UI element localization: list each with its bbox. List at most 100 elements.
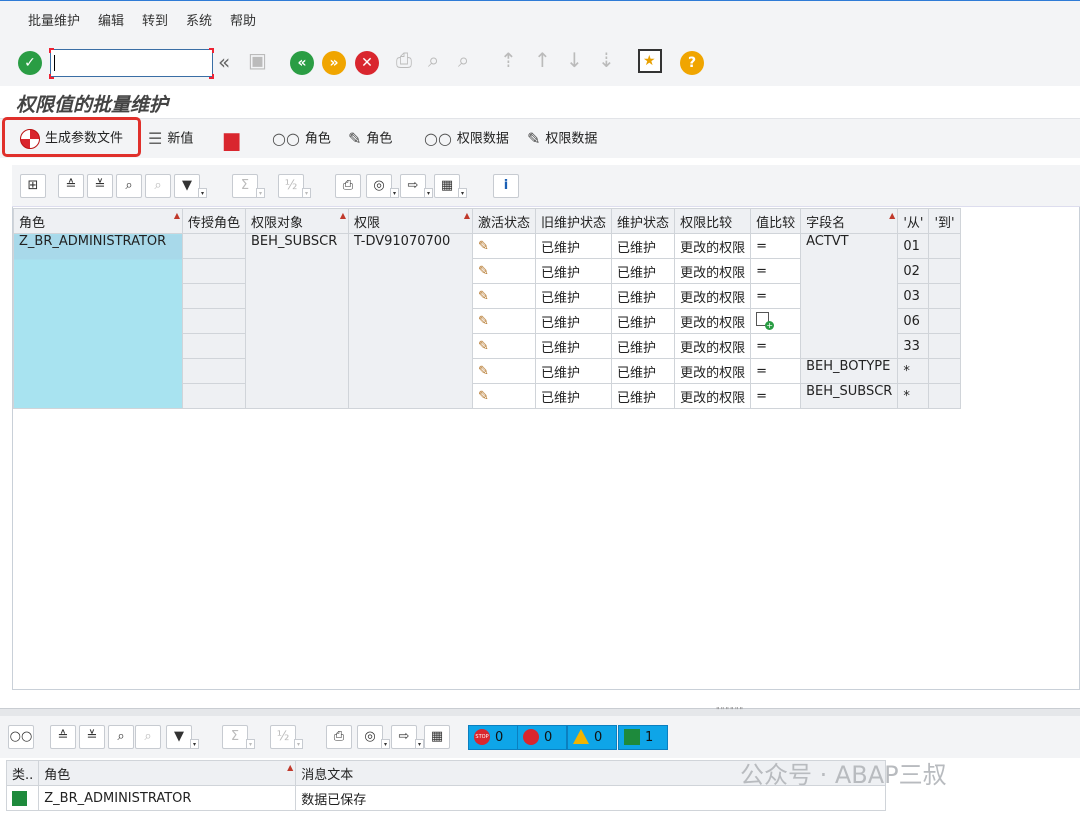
find-icon[interactable]: ⌕ bbox=[116, 174, 142, 198]
enter-icon[interactable]: ✓ bbox=[18, 51, 42, 75]
sum-icon[interactable]: Σ ▾ bbox=[232, 174, 265, 198]
column-header[interactable]: 角色 ▲ bbox=[13, 208, 183, 234]
role-cell[interactable]: Z_BR_ADMINISTRATOR bbox=[13, 233, 183, 409]
column-header[interactable]: 字段名 ▲ bbox=[800, 208, 899, 234]
activation-status-cell[interactable]: ✎ bbox=[472, 258, 537, 284]
column-header[interactable]: 旧维护状态 bbox=[535, 208, 613, 234]
authorization-cell[interactable]: T-DV91070700 bbox=[348, 233, 474, 409]
sort-descending-icon[interactable]: ≚ bbox=[87, 174, 113, 198]
column-header[interactable]: 权限对象 ▲ bbox=[245, 208, 350, 234]
last-page-icon[interactable]: ⇣ bbox=[598, 48, 615, 72]
column-header[interactable]: 激活状态 bbox=[472, 208, 537, 234]
success-icon bbox=[624, 729, 640, 745]
transport-button[interactable]: ▆ bbox=[224, 127, 244, 151]
display-role-button[interactable]: ○○ 角色 bbox=[272, 127, 331, 151]
activation-status-cell[interactable]: ✎ bbox=[472, 283, 537, 309]
print-icon[interactable]: ⎙ bbox=[326, 725, 352, 749]
subtotal-icon[interactable]: ½ ▾ bbox=[278, 174, 311, 198]
generate-param-file-button[interactable]: 生成参数文件 bbox=[20, 127, 123, 151]
sort-ascending-icon[interactable]: ≙ bbox=[50, 725, 76, 749]
details-icon[interactable]: ⊞ bbox=[20, 174, 46, 198]
new-value-button[interactable]: ☰ 新值 bbox=[148, 127, 193, 151]
column-header[interactable]: 权限 ▲ bbox=[348, 208, 474, 234]
from-value-cell[interactable]: 06 bbox=[897, 308, 930, 334]
views-icon[interactable]: ◎ ▾ bbox=[357, 725, 390, 749]
to-value-cell[interactable] bbox=[928, 308, 961, 334]
column-header[interactable]: 维护状态 bbox=[611, 208, 676, 234]
to-value-cell[interactable] bbox=[928, 283, 961, 309]
exit-icon[interactable]: » bbox=[322, 51, 346, 75]
column-header[interactable]: '从' bbox=[897, 208, 930, 234]
add-row-icon: + bbox=[756, 312, 775, 330]
layout-icon[interactable]: ▦ ▾ bbox=[434, 174, 467, 198]
menu-item-system[interactable]: 系统 bbox=[186, 10, 212, 29]
menu-item-help[interactable]: 帮助 bbox=[230, 10, 256, 29]
export-icon[interactable]: ⇨ ▾ bbox=[400, 174, 433, 198]
find-next-icon[interactable]: ⌕ bbox=[458, 48, 469, 72]
from-value-cell[interactable]: 02 bbox=[897, 258, 930, 284]
column-header[interactable]: 角色 ▲ bbox=[38, 760, 297, 786]
menu-item-mass-maintenance[interactable]: 批量维护 bbox=[28, 10, 80, 29]
views-icon[interactable]: ◎ ▾ bbox=[366, 174, 399, 198]
from-value-cell[interactable]: 01 bbox=[897, 233, 930, 259]
display-auth-data-button[interactable]: ○○ 权限数据 bbox=[424, 127, 509, 151]
activation-status-cell[interactable]: ✎ bbox=[472, 308, 537, 334]
subtotal-icon[interactable]: ½ ▾ bbox=[270, 725, 303, 749]
menu-item-goto[interactable]: 转到 bbox=[142, 10, 168, 29]
column-header[interactable]: 传授角色 bbox=[181, 208, 247, 234]
filter-icon[interactable]: ▼ ▾ bbox=[174, 174, 207, 198]
activation-status-cell[interactable]: ✎ bbox=[472, 333, 537, 359]
auth-object-cell[interactable]: BEH_SUBSCR bbox=[245, 233, 350, 409]
find-icon[interactable]: ⌕ bbox=[108, 725, 134, 749]
print-icon[interactable]: ⎙ bbox=[335, 174, 361, 198]
help-icon[interactable]: ? bbox=[680, 51, 704, 75]
system-toolbar: ✓ « ▣ « » ✕ ⎙ ⌕ ⌕ ⇡ ↑ ↓ ⇣ ★ ? bbox=[0, 36, 1080, 86]
from-value-cell[interactable]: 03 bbox=[897, 283, 930, 309]
from-value-cell[interactable]: * bbox=[897, 383, 930, 409]
next-page-icon[interactable]: ↓ bbox=[566, 48, 583, 72]
activation-status-cell[interactable]: ✎ bbox=[472, 358, 537, 384]
shortcut-icon[interactable]: ★ bbox=[638, 49, 662, 73]
cancel-icon[interactable]: ✕ bbox=[355, 51, 379, 75]
find-next-icon[interactable]: ⌕ bbox=[145, 174, 171, 198]
column-header[interactable]: 类.. bbox=[5, 760, 40, 786]
to-value-cell[interactable] bbox=[928, 333, 961, 359]
export-icon[interactable]: ⇨ ▾ bbox=[391, 725, 424, 749]
column-header[interactable]: 权限比较 bbox=[674, 208, 752, 234]
glasses-icon[interactable]: ○○ bbox=[8, 725, 34, 749]
info-icon[interactable]: i bbox=[493, 174, 519, 198]
to-value-cell[interactable] bbox=[928, 233, 961, 259]
first-page-icon[interactable]: ⇡ bbox=[500, 48, 517, 72]
activation-status-cell[interactable]: ✎ bbox=[472, 383, 537, 409]
change-role-button[interactable]: ✎ 角色 bbox=[348, 127, 392, 151]
to-value-cell[interactable] bbox=[928, 258, 961, 284]
splitter[interactable]: """""" bbox=[0, 706, 1080, 716]
save-icon[interactable]: ▣ bbox=[248, 48, 267, 72]
filter-icon[interactable]: ▼ ▾ bbox=[166, 725, 199, 749]
to-value-cell[interactable] bbox=[928, 383, 961, 409]
warning-counter[interactable]: 0 bbox=[567, 725, 617, 750]
from-value-cell[interactable]: * bbox=[897, 358, 930, 384]
command-field[interactable] bbox=[50, 49, 213, 77]
sort-ascending-icon[interactable]: ≙ bbox=[58, 174, 84, 198]
activation-status-cell[interactable]: ✎ bbox=[472, 233, 537, 259]
to-value-cell[interactable] bbox=[928, 358, 961, 384]
table-icon[interactable]: ▦ bbox=[424, 725, 450, 749]
stop-counter[interactable]: STOP 0 bbox=[468, 725, 518, 750]
column-header[interactable]: 值比较 bbox=[750, 208, 802, 234]
find-icon[interactable]: ⌕ bbox=[428, 48, 439, 72]
menu-item-edit[interactable]: 编辑 bbox=[98, 10, 124, 29]
find-next-icon[interactable]: ⌕ bbox=[135, 725, 161, 749]
column-header[interactable]: '到' bbox=[928, 208, 961, 234]
success-counter[interactable]: 1 bbox=[618, 725, 668, 750]
back-icon[interactable]: « bbox=[290, 51, 314, 75]
change-auth-data-button[interactable]: ✎ 权限数据 bbox=[527, 127, 597, 151]
collapse-icon[interactable]: « bbox=[218, 50, 230, 74]
print-icon[interactable]: ⎙ bbox=[396, 48, 412, 72]
error-counter[interactable]: 0 bbox=[517, 725, 567, 750]
table-row[interactable]: Z_BR_ADMINISTRATOR BEH_SUBSCR T-DV91070700… bbox=[13, 233, 961, 409]
from-value-cell[interactable]: 33 bbox=[897, 333, 930, 359]
sort-descending-icon[interactable]: ≚ bbox=[79, 725, 105, 749]
previous-page-icon[interactable]: ↑ bbox=[534, 48, 551, 72]
sum-icon[interactable]: Σ ▾ bbox=[222, 725, 255, 749]
